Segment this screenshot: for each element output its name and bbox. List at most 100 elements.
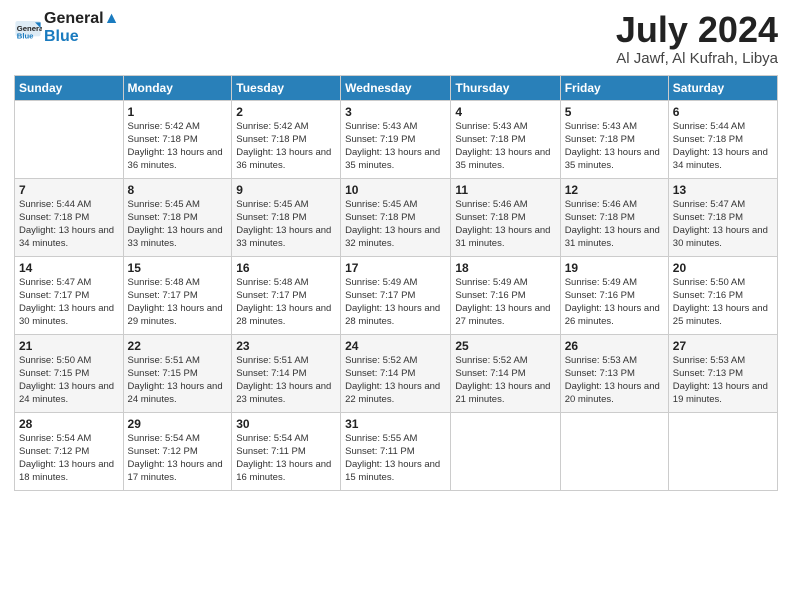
day-info: Sunrise: 5:50 AMSunset: 7:16 PMDaylight:…	[673, 276, 773, 329]
calendar-cell: 11Sunrise: 5:46 AMSunset: 7:18 PMDayligh…	[451, 178, 560, 256]
header: General Blue General▲ Blue July 2024 Al …	[14, 10, 778, 67]
calendar-cell	[560, 412, 668, 490]
day-info: Sunrise: 5:54 AMSunset: 7:11 PMDaylight:…	[236, 432, 336, 485]
calendar-cell: 15Sunrise: 5:48 AMSunset: 7:17 PMDayligh…	[123, 256, 232, 334]
weekday-header-wednesday: Wednesday	[341, 75, 451, 100]
logo-text: General▲ Blue	[44, 10, 119, 45]
day-info: Sunrise: 5:52 AMSunset: 7:14 PMDaylight:…	[345, 354, 446, 407]
day-number: 30	[236, 417, 336, 431]
calendar-cell: 7Sunrise: 5:44 AMSunset: 7:18 PMDaylight…	[15, 178, 124, 256]
day-info: Sunrise: 5:54 AMSunset: 7:12 PMDaylight:…	[128, 432, 228, 485]
location: Al Jawf, Al Kufrah, Libya	[616, 50, 778, 67]
day-info: Sunrise: 5:51 AMSunset: 7:14 PMDaylight:…	[236, 354, 336, 407]
day-number: 5	[565, 105, 664, 119]
calendar-cell: 23Sunrise: 5:51 AMSunset: 7:14 PMDayligh…	[232, 334, 341, 412]
day-info: Sunrise: 5:44 AMSunset: 7:18 PMDaylight:…	[19, 198, 119, 251]
week-row-5: 28Sunrise: 5:54 AMSunset: 7:12 PMDayligh…	[15, 412, 778, 490]
calendar-cell: 29Sunrise: 5:54 AMSunset: 7:12 PMDayligh…	[123, 412, 232, 490]
day-info: Sunrise: 5:43 AMSunset: 7:19 PMDaylight:…	[345, 120, 446, 173]
day-number: 24	[345, 339, 446, 353]
day-info: Sunrise: 5:48 AMSunset: 7:17 PMDaylight:…	[236, 276, 336, 329]
day-info: Sunrise: 5:49 AMSunset: 7:16 PMDaylight:…	[565, 276, 664, 329]
calendar-cell: 21Sunrise: 5:50 AMSunset: 7:15 PMDayligh…	[15, 334, 124, 412]
calendar-cell: 6Sunrise: 5:44 AMSunset: 7:18 PMDaylight…	[668, 100, 777, 178]
week-row-1: 1Sunrise: 5:42 AMSunset: 7:18 PMDaylight…	[15, 100, 778, 178]
day-info: Sunrise: 5:53 AMSunset: 7:13 PMDaylight:…	[565, 354, 664, 407]
week-row-4: 21Sunrise: 5:50 AMSunset: 7:15 PMDayligh…	[15, 334, 778, 412]
page: General Blue General▲ Blue July 2024 Al …	[0, 0, 792, 612]
calendar-cell: 13Sunrise: 5:47 AMSunset: 7:18 PMDayligh…	[668, 178, 777, 256]
calendar-cell: 1Sunrise: 5:42 AMSunset: 7:18 PMDaylight…	[123, 100, 232, 178]
day-info: Sunrise: 5:43 AMSunset: 7:18 PMDaylight:…	[455, 120, 555, 173]
calendar-cell	[15, 100, 124, 178]
day-info: Sunrise: 5:46 AMSunset: 7:18 PMDaylight:…	[455, 198, 555, 251]
day-info: Sunrise: 5:42 AMSunset: 7:18 PMDaylight:…	[236, 120, 336, 173]
month-title: July 2024	[616, 10, 778, 50]
day-number: 29	[128, 417, 228, 431]
day-number: 22	[128, 339, 228, 353]
day-info: Sunrise: 5:49 AMSunset: 7:16 PMDaylight:…	[455, 276, 555, 329]
weekday-header-row: SundayMondayTuesdayWednesdayThursdayFrid…	[15, 75, 778, 100]
day-info: Sunrise: 5:51 AMSunset: 7:15 PMDaylight:…	[128, 354, 228, 407]
day-number: 31	[345, 417, 446, 431]
calendar-cell: 27Sunrise: 5:53 AMSunset: 7:13 PMDayligh…	[668, 334, 777, 412]
day-info: Sunrise: 5:48 AMSunset: 7:17 PMDaylight:…	[128, 276, 228, 329]
day-info: Sunrise: 5:47 AMSunset: 7:17 PMDaylight:…	[19, 276, 119, 329]
week-row-3: 14Sunrise: 5:47 AMSunset: 7:17 PMDayligh…	[15, 256, 778, 334]
day-number: 7	[19, 183, 119, 197]
day-number: 6	[673, 105, 773, 119]
day-number: 17	[345, 261, 446, 275]
calendar-cell: 16Sunrise: 5:48 AMSunset: 7:17 PMDayligh…	[232, 256, 341, 334]
calendar-cell: 25Sunrise: 5:52 AMSunset: 7:14 PMDayligh…	[451, 334, 560, 412]
day-info: Sunrise: 5:52 AMSunset: 7:14 PMDaylight:…	[455, 354, 555, 407]
calendar-cell: 31Sunrise: 5:55 AMSunset: 7:11 PMDayligh…	[341, 412, 451, 490]
calendar-cell: 18Sunrise: 5:49 AMSunset: 7:16 PMDayligh…	[451, 256, 560, 334]
calendar-cell: 20Sunrise: 5:50 AMSunset: 7:16 PMDayligh…	[668, 256, 777, 334]
day-number: 18	[455, 261, 555, 275]
day-info: Sunrise: 5:47 AMSunset: 7:18 PMDaylight:…	[673, 198, 773, 251]
calendar-cell: 26Sunrise: 5:53 AMSunset: 7:13 PMDayligh…	[560, 334, 668, 412]
logo: General Blue General▲ Blue	[14, 10, 119, 45]
day-number: 10	[345, 183, 446, 197]
calendar-cell: 5Sunrise: 5:43 AMSunset: 7:18 PMDaylight…	[560, 100, 668, 178]
weekday-header-tuesday: Tuesday	[232, 75, 341, 100]
calendar-cell: 24Sunrise: 5:52 AMSunset: 7:14 PMDayligh…	[341, 334, 451, 412]
day-number: 23	[236, 339, 336, 353]
day-number: 19	[565, 261, 664, 275]
day-number: 16	[236, 261, 336, 275]
calendar-cell: 8Sunrise: 5:45 AMSunset: 7:18 PMDaylight…	[123, 178, 232, 256]
calendar-table: SundayMondayTuesdayWednesdayThursdayFrid…	[14, 75, 778, 491]
day-number: 20	[673, 261, 773, 275]
title-area: July 2024 Al Jawf, Al Kufrah, Libya	[616, 10, 778, 67]
day-info: Sunrise: 5:55 AMSunset: 7:11 PMDaylight:…	[345, 432, 446, 485]
day-number: 28	[19, 417, 119, 431]
day-info: Sunrise: 5:45 AMSunset: 7:18 PMDaylight:…	[345, 198, 446, 251]
calendar-cell: 9Sunrise: 5:45 AMSunset: 7:18 PMDaylight…	[232, 178, 341, 256]
calendar-cell: 30Sunrise: 5:54 AMSunset: 7:11 PMDayligh…	[232, 412, 341, 490]
day-info: Sunrise: 5:43 AMSunset: 7:18 PMDaylight:…	[565, 120, 664, 173]
day-number: 14	[19, 261, 119, 275]
day-number: 13	[673, 183, 773, 197]
day-info: Sunrise: 5:50 AMSunset: 7:15 PMDaylight:…	[19, 354, 119, 407]
day-number: 15	[128, 261, 228, 275]
day-number: 27	[673, 339, 773, 353]
day-number: 21	[19, 339, 119, 353]
day-info: Sunrise: 5:45 AMSunset: 7:18 PMDaylight:…	[128, 198, 228, 251]
day-info: Sunrise: 5:44 AMSunset: 7:18 PMDaylight:…	[673, 120, 773, 173]
svg-text:Blue: Blue	[17, 31, 34, 40]
calendar-cell: 12Sunrise: 5:46 AMSunset: 7:18 PMDayligh…	[560, 178, 668, 256]
day-number: 2	[236, 105, 336, 119]
weekday-header-saturday: Saturday	[668, 75, 777, 100]
calendar-cell	[668, 412, 777, 490]
calendar-cell: 14Sunrise: 5:47 AMSunset: 7:17 PMDayligh…	[15, 256, 124, 334]
weekday-header-sunday: Sunday	[15, 75, 124, 100]
day-number: 12	[565, 183, 664, 197]
calendar-cell: 10Sunrise: 5:45 AMSunset: 7:18 PMDayligh…	[341, 178, 451, 256]
calendar-cell: 2Sunrise: 5:42 AMSunset: 7:18 PMDaylight…	[232, 100, 341, 178]
logo-icon: General Blue	[14, 14, 42, 42]
day-info: Sunrise: 5:46 AMSunset: 7:18 PMDaylight:…	[565, 198, 664, 251]
day-info: Sunrise: 5:45 AMSunset: 7:18 PMDaylight:…	[236, 198, 336, 251]
day-info: Sunrise: 5:54 AMSunset: 7:12 PMDaylight:…	[19, 432, 119, 485]
day-info: Sunrise: 5:49 AMSunset: 7:17 PMDaylight:…	[345, 276, 446, 329]
day-number: 9	[236, 183, 336, 197]
